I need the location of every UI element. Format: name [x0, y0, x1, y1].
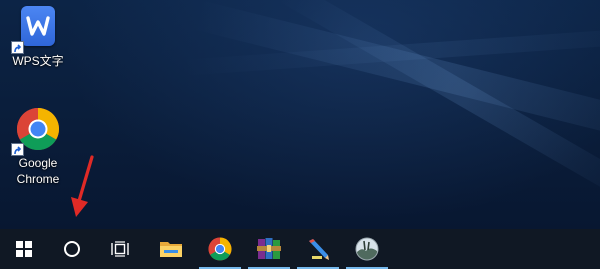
- shortcut-arrow-icon: [11, 143, 24, 156]
- desktop-icon-label: WPS文字: [12, 54, 64, 68]
- desktop-icon-label: Google Chrome: [16, 156, 60, 186]
- windows-logo-icon: [16, 241, 32, 257]
- start-button[interactable]: [0, 229, 48, 269]
- winrar-taskbar-button[interactable]: [246, 229, 292, 269]
- cortana-circle-icon: [64, 241, 80, 257]
- photo-app-taskbar-button[interactable]: [344, 229, 390, 269]
- red-arrow-annotation: [71, 155, 94, 217]
- folder-icon: [160, 242, 182, 257]
- wps-writer-icon: [11, 4, 61, 54]
- chrome-icon: [11, 106, 61, 156]
- chrome-taskbar-button[interactable]: [197, 229, 243, 269]
- landscape-circle-icon: [355, 237, 379, 261]
- paint-taskbar-button[interactable]: [295, 229, 341, 269]
- desktop: WPS文字 Google Chrome: [0, 0, 600, 229]
- winrar-books-icon: [257, 238, 281, 259]
- pencil-icon: [309, 239, 329, 260]
- shortcut-arrow-icon: [11, 41, 24, 54]
- task-view-icon: [111, 241, 129, 257]
- task-view-button[interactable]: [96, 229, 144, 269]
- search-button[interactable]: [48, 229, 96, 269]
- file-explorer-button[interactable]: [148, 229, 194, 269]
- desktop-icon-chrome[interactable]: Google Chrome: [0, 106, 76, 187]
- desktop-icon-wps[interactable]: WPS文字: [0, 4, 76, 69]
- chrome-icon: [208, 237, 232, 261]
- taskbar: [0, 229, 600, 269]
